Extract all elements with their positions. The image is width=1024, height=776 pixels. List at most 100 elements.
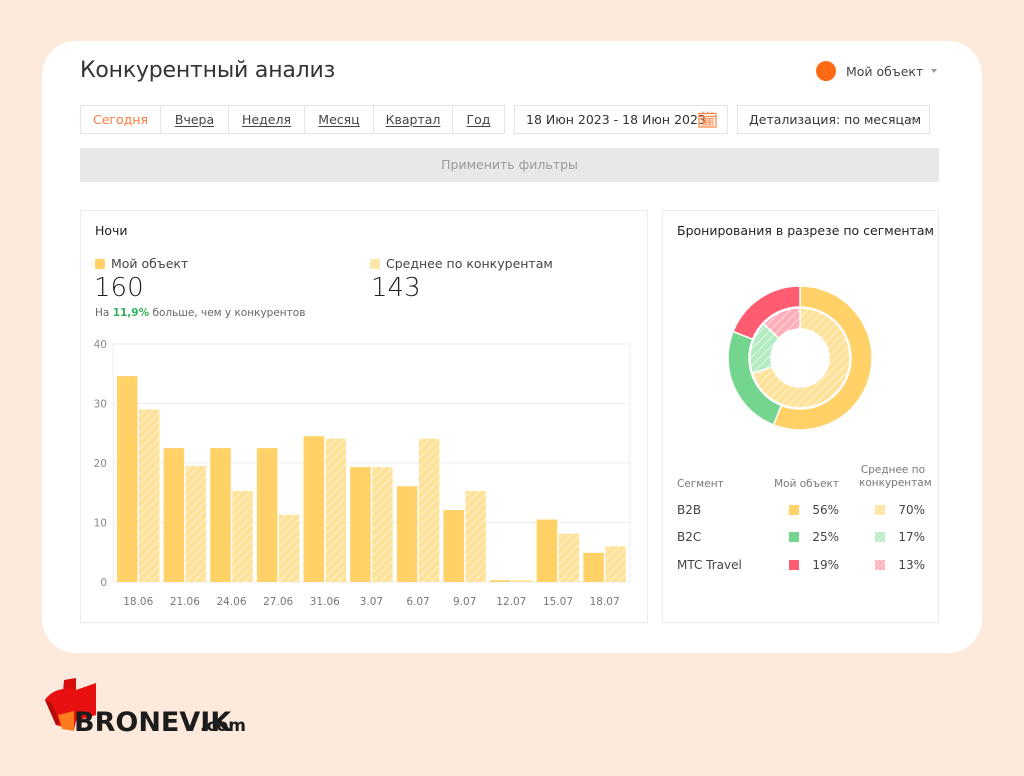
period-tabs: Сегодня Вчера Неделя Месяц Квартал Год bbox=[80, 105, 505, 134]
x-tick-label: 21.06 bbox=[170, 596, 200, 608]
mine-value: 19% bbox=[812, 557, 839, 572]
mine-cell: 25% bbox=[765, 530, 839, 544]
swatch bbox=[875, 504, 886, 515]
x-tick-label: 12.07 bbox=[496, 596, 526, 608]
bar-mine bbox=[163, 448, 185, 582]
y-tick-label: 40 bbox=[94, 339, 107, 351]
bar-mine bbox=[396, 486, 418, 582]
x-tick-label: 24.06 bbox=[216, 596, 246, 608]
x-tick-label: 27.06 bbox=[263, 596, 293, 608]
segment-name: B2C bbox=[677, 530, 702, 545]
swatch bbox=[789, 532, 800, 543]
bronevik-logo: BRONEVIK .com bbox=[45, 678, 246, 737]
table-row: MTC Travel 19% 13% bbox=[677, 551, 925, 579]
bar-competitors bbox=[232, 490, 253, 582]
x-tick-label: 15.07 bbox=[543, 596, 573, 608]
bar-mine bbox=[536, 519, 558, 582]
mine-cell: 19% bbox=[765, 558, 839, 572]
header-comp-label: Среднее по конкурентам bbox=[859, 464, 932, 489]
x-tick-label: 6.07 bbox=[406, 596, 429, 608]
y-tick-label: 0 bbox=[100, 577, 107, 589]
comparison-text: На 11,9% больше, чем у конкурентов bbox=[95, 307, 305, 319]
tab-quarter[interactable]: Квартал bbox=[373, 106, 452, 133]
user-menu-label: Мой объект bbox=[846, 63, 924, 79]
y-tick-label: 30 bbox=[94, 399, 107, 411]
segments-title: Бронирования в разрезе по сегментам bbox=[677, 223, 934, 238]
comp-cell: 70% bbox=[839, 503, 925, 517]
legend-swatch-comp bbox=[370, 258, 380, 269]
detail-select[interactable]: Детализация: по месяцам bbox=[737, 105, 930, 134]
comp-value: 70% bbox=[898, 502, 925, 517]
calendar-icon[interactable] bbox=[698, 111, 717, 128]
user-menu[interactable]: Мой объект bbox=[816, 61, 938, 81]
comp-cell: 13% bbox=[839, 558, 925, 572]
bar-mine bbox=[303, 436, 325, 582]
legend-swatch-mine bbox=[95, 258, 105, 269]
tab-today[interactable]: Сегодня bbox=[81, 106, 160, 133]
x-tick-label: 9.07 bbox=[453, 596, 476, 608]
legend-comp-label: Среднее по конкурентам bbox=[386, 256, 553, 271]
swatch bbox=[789, 559, 800, 570]
brand-suffix: .com bbox=[200, 716, 246, 736]
nights-title: Ночи bbox=[95, 223, 128, 238]
bar-competitors bbox=[418, 438, 440, 582]
bar-mine bbox=[210, 448, 231, 582]
segment-name: B2B bbox=[677, 502, 702, 517]
legend-comp: Среднее по конкурентам bbox=[370, 256, 553, 271]
y-tick-label: 10 bbox=[94, 518, 107, 530]
comp-value: 17% bbox=[898, 530, 925, 545]
bar-mine bbox=[443, 510, 464, 582]
bar-competitors bbox=[185, 465, 207, 582]
bar-competitors bbox=[325, 438, 347, 582]
swatch bbox=[875, 532, 886, 543]
x-tick-label: 18.06 bbox=[123, 596, 153, 608]
segments-donut-chart bbox=[727, 285, 873, 431]
bar-mine bbox=[490, 580, 511, 582]
tab-month[interactable]: Месяц bbox=[304, 106, 373, 133]
comp-total: 143 bbox=[371, 273, 421, 303]
mine-value: 56% bbox=[812, 502, 839, 517]
bar-mine bbox=[256, 448, 278, 582]
apply-filters-button[interactable]: Применить фильтры bbox=[80, 148, 939, 182]
tab-year[interactable]: Год bbox=[452, 106, 504, 133]
avatar bbox=[816, 61, 836, 81]
y-tick-label: 20 bbox=[94, 458, 107, 470]
x-tick-label: 31.06 bbox=[310, 596, 340, 608]
x-tick-label: 3.07 bbox=[360, 596, 383, 608]
comp-value: 13% bbox=[898, 557, 925, 572]
bar-mine bbox=[117, 376, 138, 582]
detail-select-value: Детализация: по месяцам bbox=[749, 112, 922, 127]
header-mine: Мой объект bbox=[774, 478, 839, 490]
date-range-value: 18 Июн 2023 - 18 Июн 2023 bbox=[526, 112, 706, 127]
bar-competitors bbox=[512, 580, 533, 582]
legend-mine: Мой объект bbox=[95, 256, 188, 271]
table-row: B2C 25% 17% bbox=[677, 524, 925, 552]
nights-bar-chart: 0 10 20 30 40 18.06 21.06 24.06 27.06 31.06 3.07 6.… bbox=[94, 339, 631, 608]
legend-mine-label: Мой объект bbox=[111, 256, 189, 271]
date-range-picker[interactable]: 18 Июн 2023 - 18 Июн 2023 bbox=[514, 105, 728, 134]
mine-cell: 56% bbox=[765, 503, 839, 517]
bar-mine bbox=[583, 552, 604, 582]
swatch bbox=[789, 504, 800, 515]
mine-value: 25% bbox=[812, 530, 839, 545]
bar-competitors bbox=[558, 533, 580, 582]
bar-competitors bbox=[139, 409, 160, 582]
segment-name: MTC Travel bbox=[677, 557, 742, 572]
mine-total: 160 bbox=[94, 273, 144, 303]
comparison-suffix: больше, чем у конкурентов bbox=[152, 307, 306, 319]
header-segment: Сегмент bbox=[677, 478, 724, 490]
comp-cell: 17% bbox=[839, 530, 925, 544]
bar-competitors bbox=[605, 546, 626, 582]
tab-yesterday[interactable]: Вчера bbox=[160, 106, 228, 133]
page-title: Конкурентный анализ bbox=[80, 58, 336, 83]
x-tick-label: 18.07 bbox=[590, 596, 620, 608]
tab-week[interactable]: Неделя bbox=[228, 106, 304, 133]
segments-table: Сегмент Мой объект Среднее по конкурента… bbox=[677, 460, 932, 579]
table-row: B2B 56% 70% bbox=[677, 496, 925, 524]
bar-competitors bbox=[465, 490, 486, 582]
comparison-prefix: На bbox=[95, 307, 110, 319]
comparison-pct: 11,9% bbox=[112, 307, 150, 319]
bar-competitors bbox=[278, 514, 300, 582]
caret-down-icon bbox=[931, 69, 938, 73]
segments-table-header: Сегмент Мой объект Среднее по конкурента… bbox=[677, 460, 932, 490]
